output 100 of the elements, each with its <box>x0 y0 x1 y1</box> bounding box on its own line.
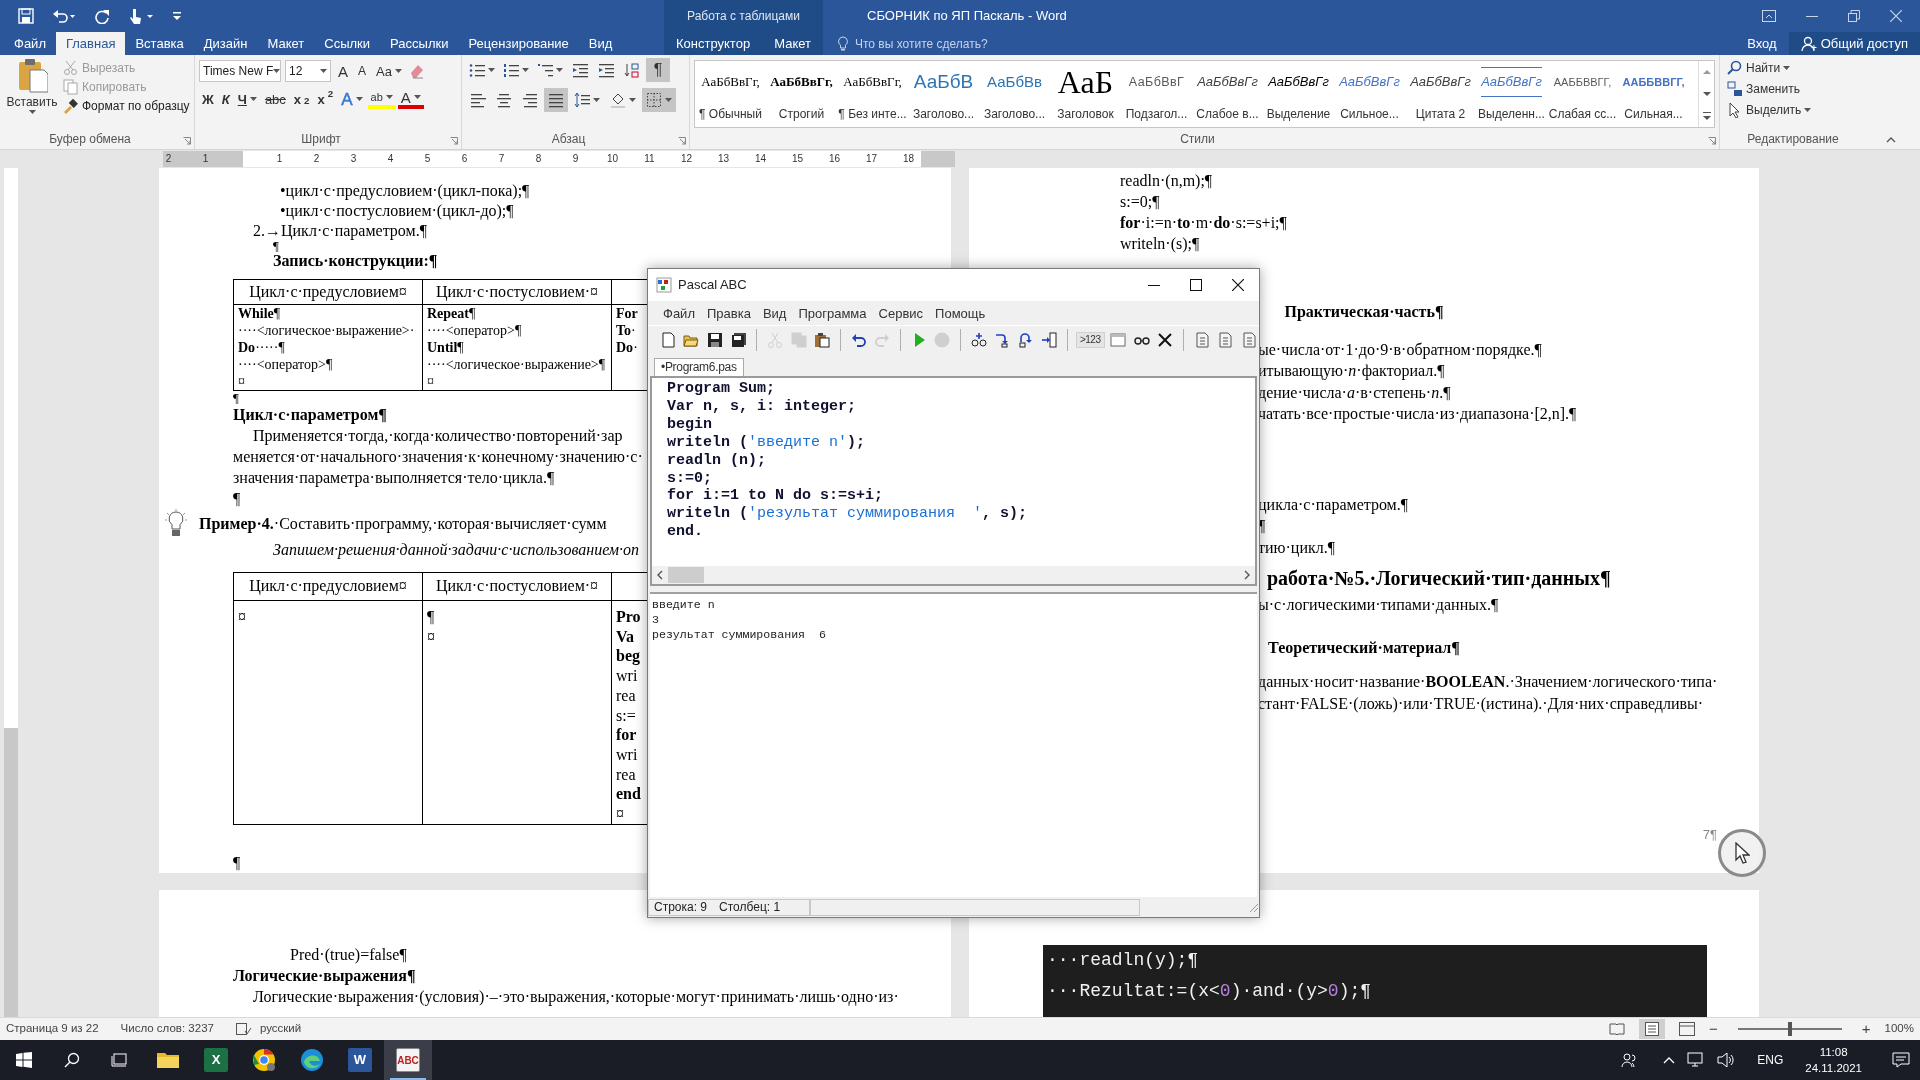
input-language[interactable]: ENG <box>1757 1051 1784 1069</box>
tell-me-field[interactable]: Что вы хотите сделать? <box>849 34 988 53</box>
code-editor[interactable]: Program Sum; Var n, s, i: integer; begin writeln ('введите n'); readln (n); s:=0; for i:=1 to N do s:=s+i; writeln ('результат суммирования ', s); end. <box>650 376 1257 586</box>
undo-icon[interactable] <box>52 8 76 24</box>
dialog-launcher-icon[interactable] <box>678 137 686 145</box>
save-icon[interactable] <box>707 331 723 348</box>
notifications-icon[interactable] <box>1892 1052 1910 1068</box>
font-size-field[interactable]: 12 <box>285 60 331 82</box>
taskbar-app[interactable]: W <box>336 1040 384 1080</box>
web-layout-icon[interactable] <box>1679 1022 1696 1036</box>
font-format-button[interactable]: x$^{2}$ <box>314 88 337 110</box>
bullets-icon[interactable] <box>469 62 485 78</box>
new-file-icon[interactable] <box>659 331 676 348</box>
align-left-icon[interactable] <box>470 92 486 108</box>
ribbon-tab[interactable]: Файл <box>4 32 56 55</box>
dialog-launcher-icon[interactable] <box>1708 137 1716 145</box>
editing-command[interactable]: Найти <box>1724 60 1876 76</box>
taskbar-app[interactable]: X <box>192 1040 240 1080</box>
multilevel-list-icon[interactable] <box>537 62 553 78</box>
ribbon-tab[interactable]: Макет <box>764 32 821 55</box>
share-button[interactable]: Общий доступ <box>1788 32 1920 55</box>
menu-item[interactable]: Сервис <box>873 306 929 320</box>
font-family-field[interactable]: Times New F <box>199 60 281 82</box>
ribbon-tab[interactable]: Главная <box>55 32 126 55</box>
scroll-right-icon[interactable] <box>1243 570 1251 580</box>
shrink-font-button[interactable]: A <box>355 65 370 77</box>
ribbon-tab[interactable]: Макет <box>257 32 315 55</box>
clipboard-item[interactable]: Формат по образцу <box>60 98 193 114</box>
paint-bucket-icon[interactable] <box>610 92 626 108</box>
save-all-icon[interactable] <box>730 331 747 348</box>
align-right-icon[interactable] <box>522 92 538 108</box>
show-marks-button[interactable]: ¶ <box>646 58 670 82</box>
highlight-button[interactable]: ab <box>367 89 396 109</box>
collapse-ribbon-icon[interactable] <box>1886 137 1896 143</box>
ribbon-tab[interactable]: Ссылки <box>314 32 381 55</box>
volume-icon[interactable] <box>1717 1052 1736 1068</box>
scroll-left-icon[interactable] <box>656 570 664 580</box>
document-icon[interactable] <box>1193 331 1210 348</box>
ribbon-tab[interactable]: Рассылки <box>380 32 459 55</box>
font-format-button[interactable]: Ж <box>199 88 217 110</box>
save-icon[interactable] <box>18 8 34 24</box>
borders-icon[interactable] <box>646 92 662 108</box>
step-into-icon[interactable] <box>994 331 1011 348</box>
people-icon[interactable] <box>1621 1052 1638 1068</box>
zoom-in-button[interactable]: + <box>1861 1017 1871 1041</box>
watch-icon[interactable] <box>970 331 987 348</box>
touch-hand-icon[interactable] <box>128 7 154 25</box>
font-format-button[interactable]: abc <box>261 88 289 110</box>
close-icon[interactable] <box>1157 331 1174 348</box>
word-count[interactable]: Число слов: 3237 <box>120 1020 214 1038</box>
proofing-icon[interactable] <box>235 1023 252 1035</box>
customize-icon[interactable] <box>172 10 182 22</box>
sign-in-link[interactable]: Вход <box>1735 32 1789 55</box>
dialog-launcher-icon[interactable] <box>450 137 458 145</box>
ribbon-tab[interactable]: Вид <box>578 32 623 55</box>
clock-time[interactable]: 11:08 <box>1805 1044 1862 1060</box>
show-hidden-icons-icon[interactable] <box>1663 1056 1676 1064</box>
menu-item[interactable]: Правка <box>701 306 756 320</box>
scrollbar-thumb[interactable] <box>668 567 704 583</box>
font-color-button[interactable]: A <box>397 89 424 109</box>
resize-grip-icon[interactable] <box>1247 901 1259 913</box>
zoom-level[interactable]: 100% <box>1884 1020 1914 1038</box>
network-icon[interactable] <box>1687 1052 1706 1068</box>
taskbar-app[interactable]: ABC <box>384 1040 432 1080</box>
menu-item[interactable]: Файл <box>658 306 700 320</box>
ribbon-tab[interactable]: Вставка <box>125 32 194 55</box>
grow-font-button[interactable]: A <box>335 63 351 79</box>
sort-icon[interactable] <box>624 62 640 78</box>
restore-icon[interactable] <box>1848 10 1860 22</box>
menu-item[interactable]: Вид <box>757 306 792 320</box>
menu-item[interactable]: Программа <box>793 306 872 320</box>
line-spacing-icon[interactable] <box>574 92 590 108</box>
print-layout-icon[interactable] <box>1645 1022 1660 1036</box>
dialog-launcher-icon[interactable] <box>183 137 191 145</box>
close-icon[interactable] <box>1232 279 1244 291</box>
font-format-button[interactable]: К <box>218 88 233 110</box>
text-effects-button[interactable]: A <box>338 90 366 108</box>
zoom-out-button[interactable]: − <box>1709 1017 1718 1041</box>
document-icon[interactable] <box>1217 331 1234 348</box>
page-counter[interactable]: Страница 9 из 22 <box>6 1020 99 1038</box>
decrease-indent-icon[interactable] <box>572 62 588 78</box>
ribbon-tab[interactable]: Конструктор <box>666 32 761 55</box>
numbering-icon[interactable] <box>503 62 519 78</box>
paste-button[interactable]: Вставить <box>4 58 60 114</box>
ribbon-display-icon[interactable] <box>1762 10 1776 22</box>
maximize-icon[interactable] <box>1190 279 1202 291</box>
ribbon-tab[interactable]: Дизайн <box>193 32 258 55</box>
change-case-button[interactable]: Aa <box>373 64 405 78</box>
read-mode-icon[interactable] <box>1609 1023 1626 1035</box>
zoom-slider-thumb[interactable] <box>1787 1022 1792 1036</box>
touch-cursor-button[interactable] <box>1718 829 1766 877</box>
search-icon[interactable] <box>64 1052 80 1068</box>
task-view-icon[interactable] <box>111 1052 129 1068</box>
document-icon[interactable] <box>1241 331 1258 348</box>
editing-command[interactable]: Выделить <box>1724 102 1876 118</box>
redo-icon[interactable] <box>94 8 110 24</box>
menu-item[interactable]: Помощь <box>930 306 991 320</box>
clock-date[interactable]: 24.11.2021 <box>1805 1060 1862 1076</box>
increase-indent-icon[interactable] <box>598 62 614 78</box>
start-icon[interactable] <box>16 1052 32 1068</box>
